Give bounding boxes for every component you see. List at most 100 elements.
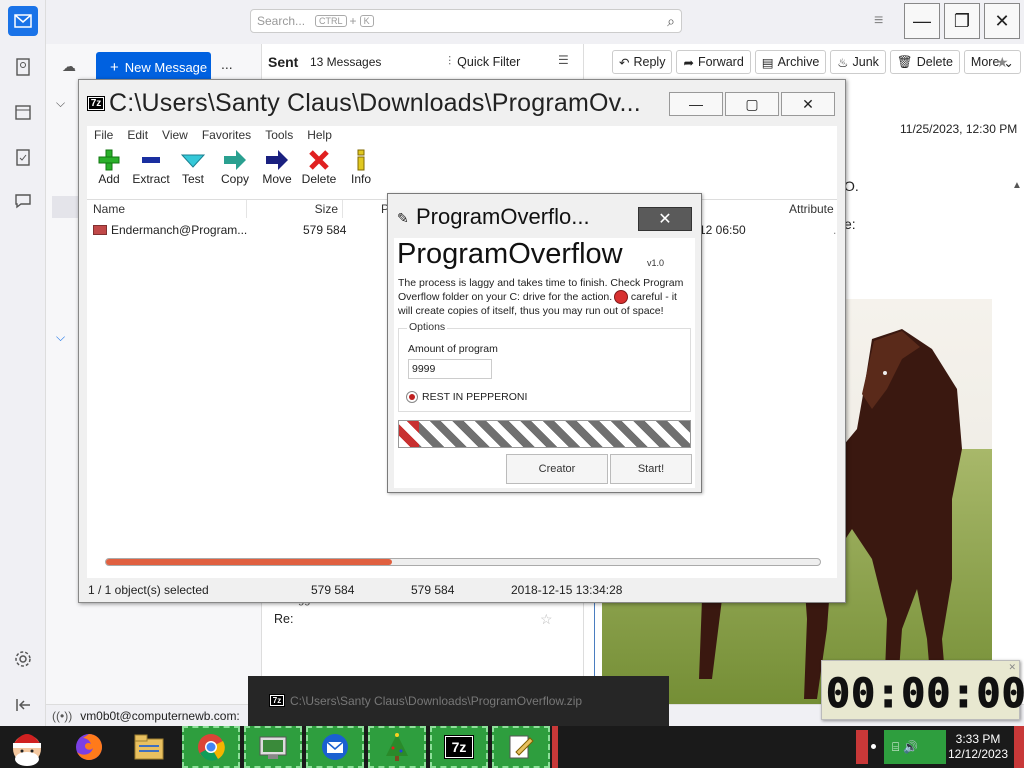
window-title: C:\Users\Santy Claus\Downloads\ProgramOv… — [109, 89, 641, 117]
menu-view[interactable]: View — [162, 128, 188, 142]
more-button[interactable]: More ⌄ — [963, 50, 1021, 74]
version-label: v1.0 — [647, 258, 665, 268]
star-icon[interactable]: ☆ — [540, 611, 553, 628]
column-attributes[interactable]: Attribute — [747, 200, 837, 218]
system-tray: ⌸ 🔊 — [884, 730, 946, 764]
file-modified: 12 06:50 — [699, 223, 746, 237]
forward-button[interactable]: ➦ Forward — [676, 50, 751, 74]
list-options-icon[interactable]: ☰ — [558, 53, 569, 67]
dialog-title: ProgramOverflo... — [416, 204, 590, 229]
taskbar-separator — [552, 726, 558, 768]
menu-file[interactable]: File — [94, 128, 113, 142]
creator-button[interactable]: Creator — [506, 454, 608, 484]
shortcut-key: K — [359, 15, 374, 27]
delete-button[interactable]: 🗑 Delete — [889, 50, 960, 74]
copy-label: Copy — [220, 172, 249, 186]
menu-bar: File Edit View Favorites Tools Help — [87, 126, 837, 144]
timer-display: 00:00:00 — [826, 671, 1024, 718]
folder-pane-menu[interactable]: ... — [221, 56, 233, 72]
start-button[interactable]: Start! — [610, 454, 692, 484]
selection-status: 1 / 1 object(s) selected — [88, 583, 209, 597]
quick-filter-button[interactable]: ⫶ Quick Filter — [448, 54, 520, 69]
get-messages-icon[interactable]: ☁ — [62, 58, 76, 75]
restore-button[interactable]: ❐ — [944, 3, 980, 39]
tasks-icon[interactable] — [8, 142, 38, 172]
dialog-titlebar[interactable]: ✎ ProgramOverflo... ✕ — [388, 194, 701, 238]
close-button[interactable]: ✕ — [781, 92, 835, 116]
scroll-up-arrow-icon[interactable]: ▲ — [1012, 180, 1022, 191]
message-subject[interactable]: Re: — [274, 612, 293, 626]
maximize-button[interactable]: ▢ — [725, 92, 779, 116]
rest-in-pepperoni-radio[interactable]: REST IN PEPPERONI — [406, 391, 527, 403]
system-monitor-taskbar-icon[interactable] — [244, 726, 302, 768]
mail-icon[interactable] — [8, 6, 38, 36]
taskbar: 7z ⌸ 🔊 3:33 PM 12/12/2023 — [0, 726, 1024, 768]
forward-label: Forward — [697, 55, 744, 69]
test-button[interactable]: Test — [171, 148, 215, 186]
menu-edit[interactable]: Edit — [127, 128, 148, 142]
collapse-chevron-icon[interactable]: ⌵ — [56, 96, 65, 111]
add-button[interactable]: Add — [87, 148, 131, 186]
message-date: 11/25/2023, 12:30 PM — [900, 122, 1018, 136]
status-date: 2018-12-15 13:34:28 — [511, 583, 623, 597]
menu-tools[interactable]: Tools — [265, 128, 293, 142]
chat-icon[interactable] — [8, 186, 38, 216]
programoverflow-taskbar-icon[interactable] — [492, 726, 550, 768]
info-icon — [339, 148, 383, 172]
taskbar-preview-toast[interactable]: 7z C:\Users\Santy Claus\Downloads\Progra… — [248, 676, 669, 726]
countdown-timer: 00:00:00 ✕ — [821, 660, 1024, 720]
junk-button[interactable]: ♨ Junk — [830, 50, 886, 74]
collapse-icon[interactable] — [8, 690, 38, 720]
chrome-taskbar-icon[interactable] — [182, 726, 240, 768]
network-icon[interactable]: ⌸ — [892, 740, 899, 755]
forward-icon: ➦ — [683, 55, 694, 70]
plus-icon: + — [110, 58, 119, 76]
firefox-taskbar-icon[interactable] — [60, 726, 118, 768]
radio-icon — [406, 391, 418, 403]
address-book-icon[interactable] — [8, 52, 38, 82]
timer-close-icon[interactable]: ✕ — [1008, 662, 1016, 673]
dialog-description: The process is laggy and takes time to f… — [398, 277, 684, 317]
copy-button[interactable]: Copy — [213, 148, 257, 186]
account-chevron-icon[interactable]: ⌵ — [56, 330, 65, 345]
show-desktop-button[interactable] — [1014, 726, 1024, 768]
menu-help[interactable]: Help — [307, 128, 332, 142]
plus-icon — [87, 148, 131, 172]
file-explorer-taskbar-icon[interactable] — [120, 726, 178, 768]
volume-icon[interactable]: 🔊 — [903, 740, 918, 754]
status-size: 579 584 — [311, 583, 355, 597]
minimize-button[interactable]: — — [669, 92, 723, 116]
christmas-tree-taskbar-icon[interactable] — [368, 726, 426, 768]
reply-button[interactable]: ↶ Reply — [612, 50, 673, 74]
thunderbird-taskbar-icon[interactable] — [306, 726, 364, 768]
menu-favorites[interactable]: Favorites — [202, 128, 251, 142]
info-button[interactable]: Info — [339, 148, 383, 186]
new-message-button[interactable]: + New Message — [96, 52, 211, 82]
settings-gear-icon[interactable] — [8, 644, 38, 674]
sevenzip-taskbar-icon[interactable]: 7z — [430, 726, 488, 768]
move-label: Move — [262, 172, 292, 186]
sevenzip-titlebar[interactable]: 7z C:\Users\Santy Claus\Downloads\Progra… — [79, 80, 845, 126]
toolbar: Add Extract Test Copy Move Delete Info — [87, 144, 837, 200]
archive-button[interactable]: ▤ Archive — [754, 50, 827, 74]
delete-label: Delete — [916, 55, 953, 69]
close-button[interactable]: ✕ — [638, 207, 692, 231]
extract-button[interactable]: Extract — [129, 148, 173, 186]
clock-date: 12/12/2023 — [947, 747, 1009, 761]
filter-icon: ⫶ — [448, 54, 452, 68]
column-name[interactable]: Name — [87, 200, 247, 218]
close-button[interactable]: ✕ — [984, 3, 1020, 39]
move-button[interactable]: Move — [255, 148, 299, 186]
column-size[interactable]: Size — [247, 200, 343, 218]
amount-input[interactable]: 9999 — [408, 359, 492, 379]
delete-button[interactable]: Delete — [297, 148, 341, 186]
global-search-input[interactable]: Search... CTRL + K ⌕ — [250, 9, 682, 33]
app-menu-icon[interactable]: ≡ — [874, 12, 883, 30]
start-button[interactable] — [0, 726, 54, 768]
minimize-button[interactable]: — — [904, 3, 940, 39]
message-text-fragment: O. — [844, 178, 859, 194]
calendar-icon[interactable] — [8, 97, 38, 127]
star-icon[interactable]: ★ — [996, 54, 1009, 71]
clock[interactable]: 3:33 PM 12/12/2023 — [946, 732, 1010, 762]
check-icon — [171, 148, 215, 172]
